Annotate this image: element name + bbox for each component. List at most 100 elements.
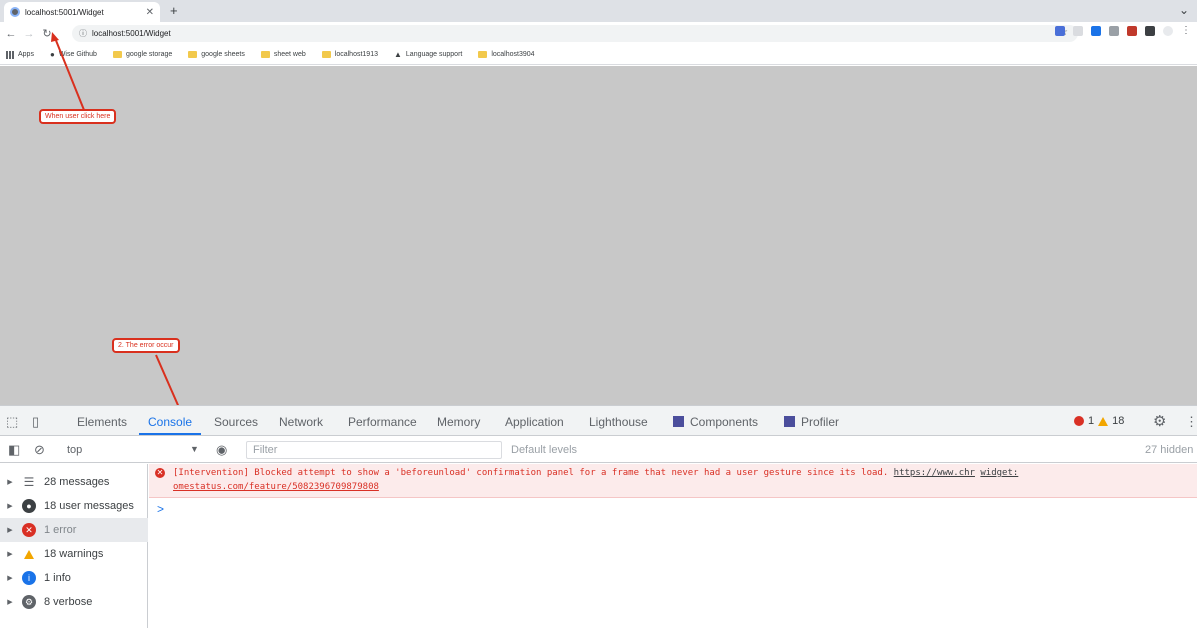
bookmark-item[interactable]: ● Wise Github	[50, 50, 97, 59]
tab-elements[interactable]: Elements	[77, 415, 127, 429]
devtools-panel: ⬚ ▯ Elements Console Sources Network Per…	[0, 405, 1197, 628]
error-count: 1	[1088, 415, 1095, 427]
context-selector[interactable]: top	[67, 444, 82, 456]
active-tab-indicator	[139, 433, 201, 435]
close-tab-icon[interactable]: ✕	[146, 7, 154, 18]
site-info-icon[interactable]: ⓘ	[79, 28, 87, 39]
chrome-favicon-icon	[10, 7, 20, 17]
window-menu-icon[interactable]: ⌄	[1179, 3, 1189, 17]
error-icon: ✕	[155, 468, 165, 478]
reload-icon[interactable]: ↻	[40, 27, 54, 40]
bookmark-label: Language support	[405, 51, 463, 58]
error-icon	[1074, 416, 1084, 426]
error-link[interactable]: https://www.chr	[894, 468, 975, 478]
avatar[interactable]	[1163, 26, 1173, 36]
translate-icon: ▲	[393, 50, 402, 59]
annotation-reload-note: When user click here	[39, 109, 117, 124]
tab-memory[interactable]: Memory	[437, 415, 480, 429]
chevron-right-icon[interactable]: ▶	[2, 478, 18, 486]
settings-gear-icon[interactable]: ⚙	[1153, 412, 1166, 430]
sidebar-item-messages[interactable]: ▶ ☰ 28 messages	[0, 470, 148, 494]
bookmark-item[interactable]: google storage	[112, 51, 173, 58]
bookmark-label: Wise Github	[58, 51, 97, 58]
error-text-line1: [Intervention] Blocked attempt to show a…	[173, 468, 1018, 478]
bookmark-item[interactable]: localhost1913	[321, 51, 378, 58]
more-options-icon[interactable]: ⋮	[1185, 414, 1197, 430]
bookmark-item[interactable]: ▲ Language support	[394, 50, 462, 59]
log-levels-dropdown[interactable]: Default levels	[511, 444, 577, 456]
sidebar-item-user-messages[interactable]: ▶ ● 18 user messages	[0, 494, 148, 518]
warning-count: 18	[1112, 415, 1125, 427]
forward-icon[interactable]: →	[22, 28, 36, 40]
browser-tabstrip: localhost:5001/Widget ✕ + ⌄	[0, 0, 1197, 22]
chevron-down-icon[interactable]: ▼	[190, 444, 199, 454]
chevron-right-icon[interactable]: ▶	[2, 598, 18, 606]
folder-icon	[260, 51, 270, 58]
extension-icon[interactable]	[1091, 26, 1101, 36]
new-tab-icon[interactable]: +	[170, 3, 178, 19]
tab-profiler[interactable]: Profiler	[784, 415, 839, 429]
sidebar-item-label: 28 messages	[44, 476, 110, 488]
browser-tab[interactable]: localhost:5001/Widget ✕	[4, 2, 160, 22]
sidebar-item-verbose[interactable]: ▶ ⚙ 8 verbose	[0, 590, 148, 614]
error-link-continued[interactable]: omestatus.com/feature/5082396709879808	[173, 482, 379, 492]
bookmark-label: localhost1913	[334, 51, 378, 58]
tab-application[interactable]: Application	[505, 415, 564, 429]
sidebar-toggle-icon[interactable]: ◧	[8, 442, 20, 458]
tab-profiler-label: Profiler	[801, 415, 840, 429]
issues-counter[interactable]: 1 18	[1074, 415, 1124, 427]
clear-console-icon[interactable]: ⊘	[34, 442, 45, 458]
error-text: [Intervention] Blocked attempt to show a…	[173, 468, 889, 478]
bookmark-item[interactable]: google sheets	[188, 51, 245, 58]
puzzle-icon[interactable]	[1145, 26, 1155, 36]
console-sidebar: ▶ ☰ 28 messages ▶ ● 18 user messages ▶ ✕ 1 err…	[0, 464, 148, 628]
tab-console[interactable]: Console	[148, 415, 192, 429]
sidebar-item-info[interactable]: ▶ i 1 info	[0, 566, 148, 590]
react-components-icon	[673, 416, 684, 427]
console-prompt[interactable]: >	[157, 502, 164, 516]
error-source-link[interactable]: widget:	[980, 468, 1018, 478]
extension-icon[interactable]	[1055, 26, 1065, 36]
tab-network[interactable]: Network	[279, 415, 323, 429]
chevron-right-icon[interactable]: ▶	[2, 526, 18, 534]
tab-sources[interactable]: Sources	[214, 415, 258, 429]
bookmark-item[interactable]: Apps	[6, 50, 34, 59]
folder-icon	[188, 51, 198, 58]
chevron-right-icon[interactable]: ▶	[2, 550, 18, 558]
address-bar[interactable]: ⓘ localhost:5001/Widget ☆	[72, 25, 1078, 42]
bookmark-label: Apps	[18, 51, 34, 58]
bookmark-item[interactable]: sheet web	[260, 51, 306, 58]
tab-performance[interactable]: Performance	[348, 415, 417, 429]
extension-icon[interactable]	[1109, 26, 1119, 36]
tab-components[interactable]: Components	[673, 415, 758, 429]
device-toolbar-icon[interactable]: ▯	[32, 414, 39, 430]
folder-icon	[321, 51, 331, 58]
sidebar-item-label: 8 verbose	[44, 596, 93, 608]
extension-icon[interactable]	[1073, 26, 1083, 36]
bookmark-label: sheet web	[273, 51, 306, 58]
sidebar-item-errors[interactable]: ▶ ✕ 1 error	[0, 518, 148, 542]
bookmark-item[interactable]: localhost3904	[478, 51, 535, 58]
info-icon: i	[22, 571, 36, 585]
url-text: localhost:5001/Widget	[92, 29, 171, 38]
sidebar-item-warnings[interactable]: ▶ 18 warnings	[0, 542, 148, 566]
inspect-element-icon[interactable]: ⬚	[6, 414, 18, 430]
tab-lighthouse[interactable]: Lighthouse	[589, 415, 648, 429]
bookmark-label: localhost3904	[491, 51, 535, 58]
warning-icon	[22, 547, 36, 561]
apps-icon	[6, 50, 14, 59]
live-expression-eye-icon[interactable]: ◉	[216, 442, 227, 458]
extension-icon[interactable]	[1127, 26, 1137, 36]
more-menu-icon[interactable]: ⋮	[1181, 26, 1191, 36]
sidebar-item-label: 1 error	[44, 524, 77, 536]
chevron-right-icon[interactable]: ▶	[2, 574, 18, 582]
back-icon[interactable]: ←	[4, 28, 18, 40]
user-icon: ●	[22, 499, 36, 513]
bookmark-label: google storage	[125, 51, 173, 58]
screenshot-root: localhost:5001/Widget ✕ + ⌄ ← → ↻ ⓘ loca…	[0, 0, 1197, 628]
sidebar-item-label: 18 user messages	[44, 500, 134, 512]
verbose-icon: ⚙	[22, 595, 36, 609]
chevron-right-icon[interactable]: ▶	[2, 502, 18, 510]
page-viewport	[0, 66, 1197, 405]
filter-input[interactable]: Filter	[246, 441, 502, 459]
